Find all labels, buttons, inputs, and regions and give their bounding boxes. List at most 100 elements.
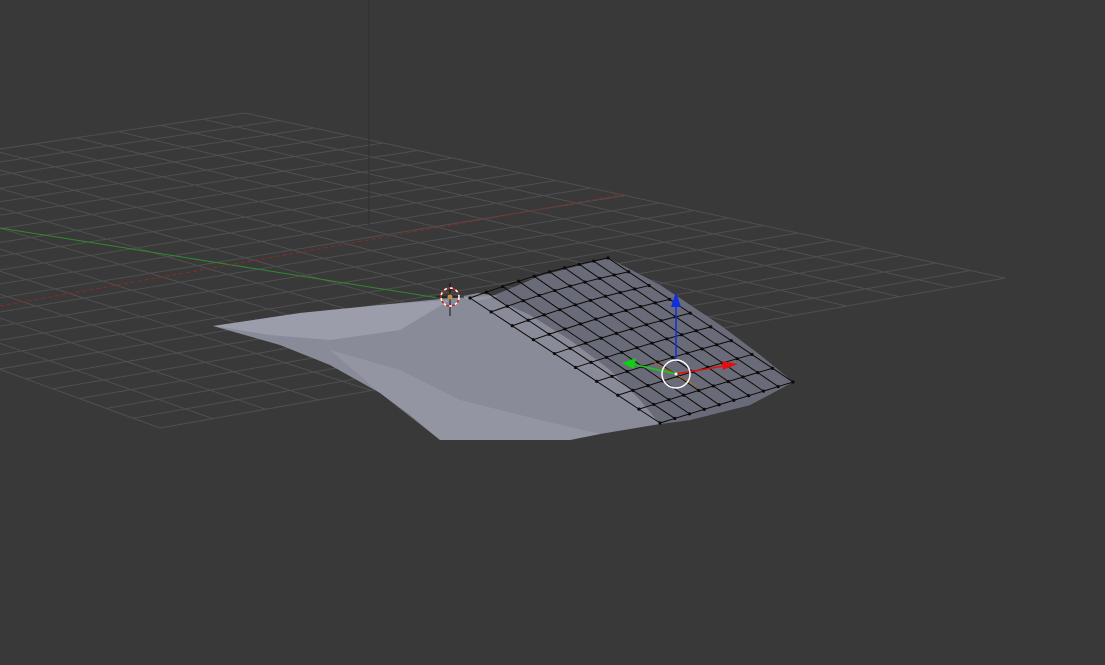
mesh-vertex[interactable]	[685, 351, 689, 355]
grid-line	[0, 368, 161, 429]
mesh-vertex[interactable]	[616, 393, 620, 397]
mesh-vertex[interactable]	[468, 296, 472, 300]
mesh-edge	[486, 286, 503, 293]
mesh-vertex[interactable]	[563, 327, 567, 331]
mesh-vertex[interactable]	[578, 322, 583, 326]
mesh-vertex[interactable]	[609, 313, 613, 317]
mesh-vertex[interactable]	[583, 280, 587, 284]
mesh-vertex[interactable]	[532, 274, 536, 278]
mesh-vertex[interactable]	[603, 294, 608, 298]
mesh-vertex[interactable]	[667, 398, 671, 402]
mesh-vertex[interactable]	[776, 384, 780, 389]
mesh-vertex[interactable]	[700, 347, 704, 351]
mesh-vertex[interactable]	[682, 393, 686, 397]
mesh-vertex[interactable]	[521, 299, 525, 303]
mesh-vertex[interactable]	[696, 388, 701, 393]
mesh-vertex[interactable]	[558, 308, 562, 312]
mesh-vertex[interactable]	[665, 337, 669, 341]
mesh-vertex[interactable]	[750, 352, 754, 357]
grid-line	[0, 127, 315, 176]
mesh-vertex[interactable]	[629, 327, 634, 331]
mesh-vertex[interactable]	[599, 336, 603, 340]
grid-line	[0, 270, 372, 391]
mesh-vertex[interactable]	[614, 331, 619, 335]
mesh-vertex[interactable]	[717, 403, 721, 407]
mesh-vertex[interactable]	[625, 369, 629, 374]
mesh-vertex[interactable]	[568, 346, 572, 350]
mesh-vertex[interactable]	[729, 339, 733, 343]
mesh-vertex[interactable]	[505, 304, 509, 308]
mesh-vertex[interactable]	[577, 262, 581, 266]
mesh-vertex[interactable]	[694, 329, 698, 333]
mesh-vertex[interactable]	[595, 379, 599, 383]
mesh-vertex[interactable]	[688, 311, 692, 315]
mesh-vertex[interactable]	[552, 351, 557, 356]
mesh-vertex[interactable]	[633, 287, 637, 291]
mesh-vertex[interactable]	[631, 388, 635, 392]
mesh-vertex[interactable]	[531, 338, 535, 342]
mesh-vertex[interactable]	[526, 318, 530, 322]
mesh-vertex[interactable]	[637, 407, 641, 411]
mesh-vertex[interactable]	[553, 288, 557, 293]
mesh-vertex[interactable]	[639, 304, 643, 309]
mesh-vertex[interactable]	[659, 319, 663, 323]
mesh-vertex[interactable]	[604, 355, 609, 359]
mesh-vertex[interactable]	[489, 310, 493, 314]
mesh-vertex[interactable]	[562, 266, 567, 270]
mesh-vertex[interactable]	[626, 270, 631, 274]
mesh-vertex[interactable]	[668, 297, 672, 301]
mesh-vertex[interactable]	[653, 301, 657, 305]
mesh-vertex[interactable]	[646, 383, 650, 388]
mesh-vertex[interactable]	[679, 333, 684, 337]
mesh-vertex[interactable]	[573, 365, 578, 370]
mesh-vertex[interactable]	[594, 317, 598, 321]
mesh-vertex[interactable]	[715, 343, 719, 347]
mesh-vertex[interactable]	[687, 412, 692, 416]
mesh-vertex[interactable]	[735, 357, 739, 361]
mesh-vertex[interactable]	[650, 341, 654, 345]
mesh-vertex[interactable]	[770, 366, 775, 370]
viewport-canvas[interactable]	[0, 0, 1105, 665]
mesh-vertex[interactable]	[624, 308, 628, 313]
mesh-vertex[interactable]	[620, 350, 624, 354]
mesh-vertex[interactable]	[726, 379, 730, 384]
mesh-vertex[interactable]	[618, 290, 622, 295]
mesh-vertex[interactable]	[612, 273, 616, 277]
mesh-vertex[interactable]	[673, 416, 677, 421]
mesh-vertex[interactable]	[658, 421, 662, 425]
mesh-vertex[interactable]	[791, 380, 795, 384]
mesh-vertex[interactable]	[584, 341, 588, 345]
mesh-vertex[interactable]	[606, 256, 610, 260]
mesh-vertex[interactable]	[732, 398, 736, 402]
mesh-vertex[interactable]	[573, 303, 577, 307]
mesh-vertex[interactable]	[756, 371, 760, 375]
mesh-vertex[interactable]	[647, 283, 651, 288]
mesh-vertex[interactable]	[548, 270, 552, 274]
mesh-vertex[interactable]	[652, 402, 656, 407]
mesh-vertex[interactable]	[635, 346, 639, 350]
mesh-vertex[interactable]	[702, 407, 706, 411]
mesh-vertex[interactable]	[537, 293, 541, 298]
mesh-vertex[interactable]	[610, 374, 614, 378]
mesh-vertex[interactable]	[592, 259, 596, 263]
mesh-vertex[interactable]	[500, 284, 505, 289]
mesh-object[interactable]	[213, 256, 795, 440]
mesh-vertex[interactable]	[547, 332, 551, 336]
mesh-vertex[interactable]	[516, 279, 521, 283]
mesh-vertex[interactable]	[670, 355, 675, 360]
mesh-vertex[interactable]	[747, 394, 751, 398]
mesh-vertex[interactable]	[510, 324, 514, 328]
mesh-vertex[interactable]	[568, 284, 572, 288]
mesh-vertex[interactable]	[542, 313, 546, 317]
mesh-vertex[interactable]	[709, 325, 713, 329]
mesh-vertex[interactable]	[589, 360, 593, 364]
3d-viewport[interactable]	[0, 0, 1105, 665]
mesh-vertex[interactable]	[761, 389, 766, 393]
mesh-vertex[interactable]	[711, 384, 716, 388]
mesh-vertex[interactable]	[741, 375, 745, 379]
mesh-vertex[interactable]	[484, 290, 488, 294]
gizmo-center-dot	[674, 372, 678, 376]
mesh-vertex[interactable]	[644, 323, 649, 327]
mesh-vertex[interactable]	[598, 276, 602, 281]
mesh-vertex[interactable]	[588, 298, 593, 302]
